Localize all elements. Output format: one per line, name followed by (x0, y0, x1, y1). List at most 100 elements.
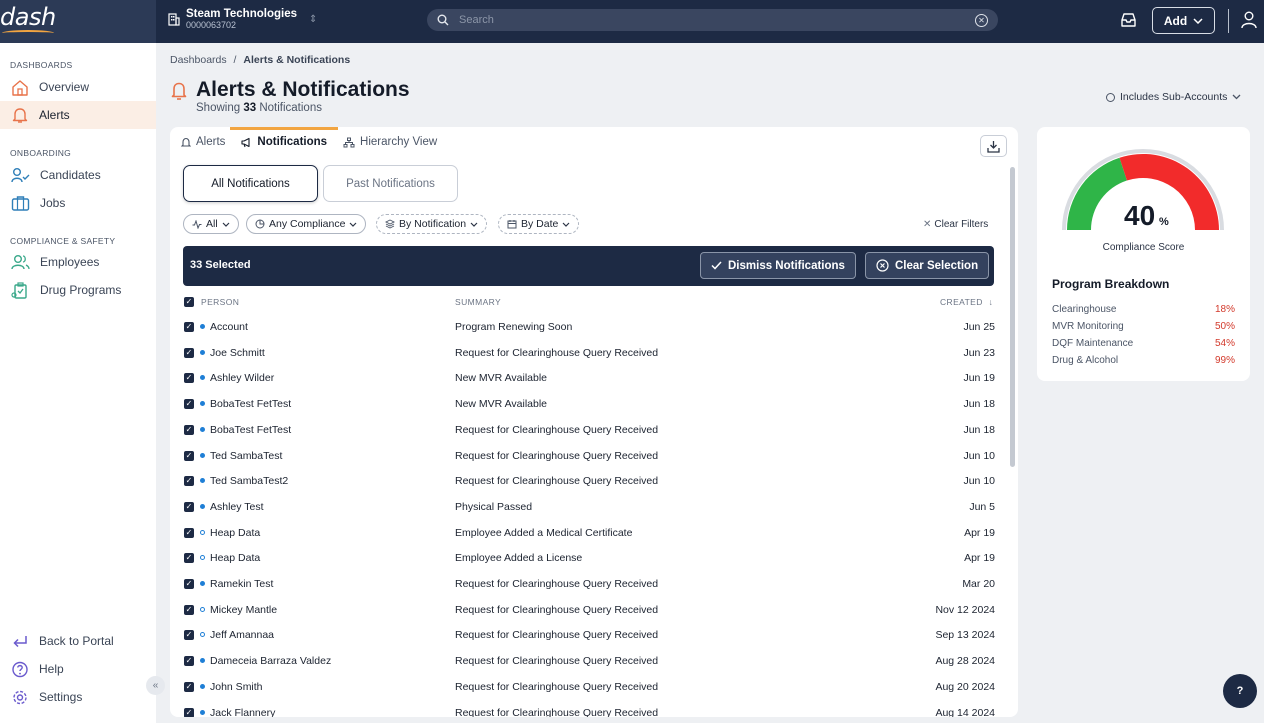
person-name[interactable]: Ashley Wilder (210, 372, 274, 384)
dismiss-notifications-button[interactable]: Dismiss Notifications (700, 252, 856, 279)
table-row[interactable]: ✓ Ashley Test Physical Passed Jun 5 (170, 495, 1010, 520)
filter-all[interactable]: All (183, 214, 239, 234)
help-button[interactable]: ? (1223, 674, 1257, 708)
inbox-icon[interactable] (1120, 12, 1137, 28)
table-row[interactable]: ✓ Mickey Mantle Request for Clearinghouse … (170, 598, 1010, 623)
sidebar-item-employees[interactable]: Employees (0, 248, 156, 276)
breakdown-value: 18% (1214, 304, 1235, 315)
table-row[interactable]: ✓ John Smith Request for Clearinghouse Que… (170, 675, 1010, 700)
table-row[interactable]: ✓ Ashley Wilder New MVR Available Jun 19 (170, 366, 1010, 391)
person-name[interactable]: John Smith (210, 681, 263, 693)
tab-notifications[interactable]: Notifications (230, 127, 338, 157)
person-name[interactable]: Ramekin Test (210, 578, 273, 590)
collapse-sidebar-button[interactable]: « (146, 676, 165, 695)
column-header-person[interactable]: PERSON (201, 297, 239, 307)
row-checkbox[interactable]: ✓ (184, 373, 194, 384)
layers-icon (385, 219, 395, 229)
row-checkbox[interactable]: ✓ (184, 347, 194, 358)
search-input[interactable]: Search (459, 14, 975, 26)
table-row[interactable]: ✓ Ted SambaTest2 Request for Clearinghouse… (170, 469, 1010, 494)
sidebar-item-drug-programs[interactable]: Drug Programs (0, 276, 156, 304)
selected-count: 33 Selected (190, 259, 251, 271)
person-name[interactable]: Heap Data (210, 527, 260, 539)
table-row[interactable]: ✓ Account Program Renewing Soon Jun 25 (170, 315, 1010, 340)
row-checkbox[interactable]: ✓ (184, 630, 194, 641)
filter-date[interactable]: By Date (498, 214, 580, 234)
sidebar-item-back-to-portal[interactable]: Back to Portal (0, 627, 156, 655)
column-header-created[interactable]: CREATED ↓ (940, 297, 993, 307)
org-switcher[interactable]: Steam Technologies 0000063702 ⇕ (168, 8, 317, 30)
all-notifications-button[interactable]: All Notifications (183, 165, 318, 202)
row-checkbox[interactable]: ✓ (184, 501, 194, 512)
table-row[interactable]: ✓ Heap Data Employee Added a License Apr 19 (170, 546, 1010, 571)
sub-accounts-toggle[interactable]: Includes Sub-Accounts (1106, 91, 1241, 103)
page-title: Alerts & Notifications (196, 78, 410, 101)
download-icon (987, 140, 1000, 153)
table-row[interactable]: ✓ Heap Data Employee Added a Medical Certi… (170, 521, 1010, 546)
table-row[interactable]: ✓ BobaTest FetTest New MVR Available Jun 18 (170, 392, 1010, 417)
table-row[interactable]: ✓ Jack Flannery Request for Clearinghouse … (170, 701, 1010, 718)
person-name[interactable]: Account (210, 321, 248, 333)
status-dot (200, 658, 205, 664)
download-button[interactable] (980, 135, 1007, 157)
sidebar-item-overview[interactable]: Overview (0, 73, 156, 101)
created-date: Aug 20 2024 (935, 680, 995, 693)
column-header-summary[interactable]: SUMMARY (455, 297, 501, 307)
clear-selection-button[interactable]: Clear Selection (865, 252, 990, 279)
table-row[interactable]: ✓ Ramekin Test Request for Clearinghouse Q… (170, 572, 1010, 597)
sidebar-item-alerts[interactable]: Alerts (0, 101, 156, 129)
row-checkbox[interactable]: ✓ (184, 322, 194, 332)
person-name[interactable]: Joe Schmitt (210, 347, 265, 359)
program-breakdown-title: Program Breakdown (1052, 277, 1170, 291)
row-checkbox[interactable]: ✓ (184, 399, 194, 410)
person-name[interactable]: BobaTest FetTest (210, 424, 291, 436)
breadcrumb-root[interactable]: Dashboards (170, 54, 227, 66)
row-checkbox[interactable]: ✓ (184, 681, 194, 692)
clear-search-icon[interactable]: ✕ (975, 13, 988, 27)
filter-notification[interactable]: By Notification (376, 214, 488, 234)
table-row[interactable]: ✓ Ted SambaTest Request for Clearinghouse … (170, 444, 1010, 469)
row-checkbox[interactable]: ✓ (184, 553, 194, 564)
row-checkbox[interactable]: ✓ (184, 476, 194, 487)
table-row[interactable]: ✓ Joe Schmitt Request for Clearinghouse Qu… (170, 341, 1010, 366)
tab-hierarchy-view[interactable]: Hierarchy View (342, 127, 438, 157)
select-all-checkbox[interactable]: ✓ (184, 297, 194, 307)
sidebar-item-jobs[interactable]: Jobs (0, 189, 156, 217)
status-dot (200, 606, 205, 612)
row-checkbox[interactable]: ✓ (184, 579, 194, 589)
add-button[interactable]: Add (1152, 7, 1215, 34)
breakdown-row: DQF Maintenance 54% (1052, 338, 1235, 349)
row-checkbox[interactable]: ✓ (184, 527, 194, 538)
user-icon[interactable] (1241, 11, 1257, 29)
table-row[interactable]: ✓ Jeff Amannaa Request for Clearinghouse Q… (170, 623, 1010, 648)
row-checkbox[interactable]: ✓ (184, 424, 194, 435)
tab-alerts[interactable]: Alerts (180, 127, 226, 157)
person-name[interactable]: BobaTest FetTest (210, 398, 291, 410)
person-name[interactable]: Heap Data (210, 552, 260, 564)
search-bar[interactable]: Search ✕ (427, 9, 998, 31)
sidebar-item-help[interactable]: Help (0, 655, 156, 683)
person-name[interactable]: Ashley Test (210, 501, 264, 513)
person-name[interactable]: Jack Flannery (210, 707, 275, 718)
filter-compliance[interactable]: Any Compliance (246, 214, 367, 234)
sidebar-item-candidates[interactable]: Candidates (0, 161, 156, 189)
person-name[interactable]: Dameceia Barraza Valdez (210, 655, 331, 667)
person-name[interactable]: Ted SambaTest (210, 450, 282, 462)
sidebar-item-label: Candidates (40, 168, 101, 182)
score-label: Compliance Score (1102, 242, 1185, 253)
person-name[interactable]: Jeff Amannaa (210, 629, 274, 641)
sidebar-item-settings[interactable]: Settings (0, 683, 156, 711)
table-row[interactable]: ✓ Dameceia Barraza Valdez Request for Clea… (170, 649, 1010, 674)
past-notifications-button[interactable]: Past Notifications (323, 165, 458, 202)
person-name[interactable]: Mickey Mantle (210, 604, 277, 616)
row-checkbox[interactable]: ✓ (184, 656, 194, 667)
person-name[interactable]: Ted SambaTest2 (210, 475, 288, 487)
sidebar: DASHBOARDS Overview Alerts ONBOARDING Ca… (0, 43, 156, 723)
row-checkbox[interactable]: ✓ (184, 604, 194, 615)
table-row[interactable]: ✓ BobaTest FetTest Request for Clearinghou… (170, 418, 1010, 443)
clear-filters-button[interactable]: ✕ Clear Filters (923, 219, 988, 230)
row-checkbox[interactable]: ✓ (184, 450, 194, 461)
row-checkbox[interactable]: ✓ (184, 707, 194, 717)
scrollbar[interactable] (1010, 167, 1015, 467)
logo-area[interactable]: dash (0, 0, 156, 43)
